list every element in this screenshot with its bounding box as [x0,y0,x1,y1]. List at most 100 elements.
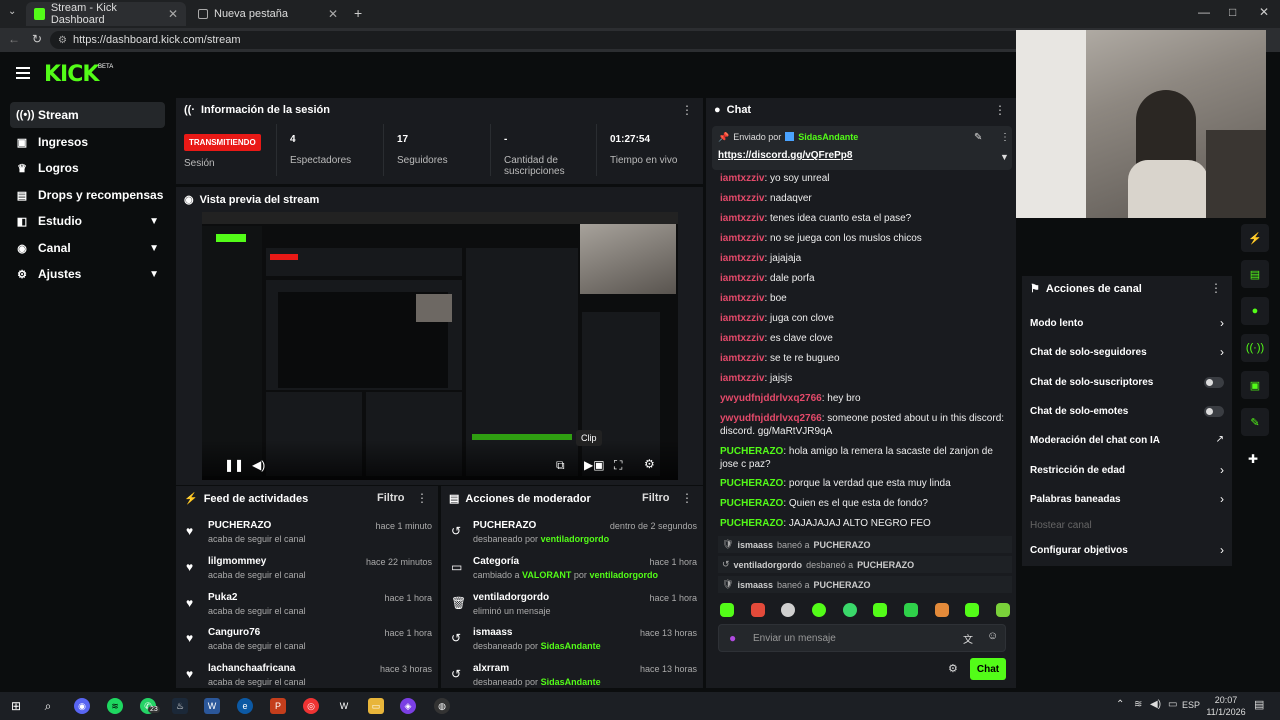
pinned-user[interactable]: SidasAndante [798,132,858,143]
mod-target[interactable]: ismaass [473,627,512,638]
chat-username[interactable]: iamtxzziv [720,353,764,364]
quick-action-notes-icon[interactable]: ▤ [1241,260,1269,288]
pinned-link[interactable]: https://discord.gg/vQFrePp8 [718,150,852,161]
chat-username[interactable]: iamtxzziv [720,313,764,324]
more-options-icon[interactable]: ⋮ [681,103,693,117]
pip-icon[interactable]: ⧉ [556,458,565,473]
chat-username[interactable]: ywyudfnjddrlvxq2766 [720,413,822,424]
tab-new-tab[interactable]: Nueva pestaña ✕ [190,2,346,26]
more-options-icon[interactable]: ⋮ [994,103,1006,117]
more-options-icon[interactable]: ⋮ [681,491,693,505]
pinned-more-icon[interactable]: ⋮ [1000,132,1010,143]
mic-icon[interactable]: ● [729,631,736,645]
tab-list-icon[interactable]: ⌄ [8,6,16,17]
chat-input[interactable]: ● Enviar un mensaje 文 ☺ [718,624,1006,652]
windows-start-icon[interactable]: ⊞ [8,698,24,714]
search-icon[interactable]: ⌕ [40,698,56,714]
sidebar-item-logros[interactable]: ♛ Logros [10,155,165,181]
sidebar-item-estudio[interactable]: ◧ Estudio ▼ [10,208,165,234]
emote-icon[interactable] [720,603,734,617]
settings-icon[interactable]: ⚙ [644,457,655,471]
chat-username[interactable]: iamtxzziv [720,253,764,264]
chat-username[interactable]: iamtxzziv [720,373,764,384]
chevron-right-icon[interactable]: › [1220,463,1224,477]
discord-icon[interactable]: ◉ [74,698,90,714]
volume-icon[interactable]: ◀) [1150,699,1161,710]
word-icon[interactable]: W [204,698,220,714]
chat-username[interactable]: PUCHERAZO [720,518,783,529]
chevron-right-icon[interactable]: › [1220,345,1224,359]
minimize-icon[interactable]: — [1198,5,1210,19]
sys-target[interactable]: PUCHERAZO [814,540,871,550]
fullscreen-icon[interactable]: ⛶ [614,458,622,473]
quick-action-tools-icon[interactable]: ✎ [1241,408,1269,436]
chat-username[interactable]: PUCHERAZO [720,498,783,509]
follower-name[interactable]: lachanchaafricana [208,663,295,674]
chevron-right-icon[interactable]: › [1220,543,1224,557]
epic-icon[interactable]: W [336,698,352,714]
sidebar-item-ingresos[interactable]: ▣ Ingresos [10,129,165,155]
chat-username[interactable]: iamtxzziv [720,213,764,224]
edge-icon[interactable]: e [237,698,253,714]
translate-icon[interactable]: 文 [963,631,973,646]
chrome-icon[interactable]: ◎ [303,698,319,714]
battery-icon[interactable]: ▭ [1168,699,1177,710]
quick-action-bolt-icon[interactable]: ⚡ [1241,224,1269,252]
sidebar-item-drops[interactable]: ▤ Drops y recompensas [10,182,165,208]
action-age-restriction[interactable]: Restricción de edad [1030,465,1220,476]
url-field[interactable]: ⚙ https://dashboard.kick.com/stream [50,31,1030,49]
emoji-icon[interactable]: ☺ [987,630,998,642]
tab-kick-dashboard[interactable]: Stream - Kick Dashboard ✕ [26,2,186,26]
close-tab-icon[interactable]: ✕ [328,7,338,21]
quick-action-add-icon[interactable]: ✚ [1248,452,1258,466]
volume-icon[interactable]: ◀) [252,458,265,472]
clip-icon[interactable]: ▶▣ [584,458,605,472]
emotes-only-toggle[interactable] [1204,406,1224,417]
quick-action-chat-icon[interactable]: ● [1241,297,1269,325]
chat-username[interactable]: PUCHERAZO [720,478,783,489]
clock-time[interactable]: 20:07 [1212,695,1240,705]
wifi-icon[interactable]: ≋ [1134,699,1142,710]
chat-username[interactable]: ywyudfnjddrlvxq2766 [720,393,822,404]
language-indicator[interactable]: ESP [1182,700,1200,710]
emote-icon[interactable] [781,603,796,617]
action-modo-lento[interactable]: Modo lento [1030,318,1220,329]
mod-target[interactable]: PUCHERAZO [473,520,536,531]
mod-actor[interactable]: ventiladorgordo [589,570,658,580]
emote-icon[interactable] [842,603,857,617]
follower-name[interactable]: lilgmommey [208,556,266,567]
category-name[interactable]: VALORANT [522,570,571,580]
chat-username[interactable]: iamtxzziv [720,293,764,304]
chat-username[interactable]: iamtxzziv [720,273,764,284]
action-banned-words[interactable]: Palabras baneadas [1030,494,1220,505]
chevron-right-icon[interactable]: › [1220,492,1224,506]
back-icon[interactable]: ← [8,32,20,46]
pause-icon[interactable]: ❚❚ [224,458,244,472]
spotify-icon[interactable]: ≋ [107,698,123,714]
stream-preview-video[interactable]: ❚❚ ◀) ⧉ ▶▣ ⛶ ⚙ Clip [202,212,678,480]
close-tab-icon[interactable]: ✕ [168,7,178,21]
subs-only-toggle[interactable] [1204,377,1224,388]
follower-name[interactable]: Puka2 [208,592,237,603]
chat-username[interactable]: PUCHERAZO [720,446,783,457]
powerpoint-icon[interactable]: P [270,698,286,714]
filter-button[interactable]: Filtro [377,492,405,504]
emote-icon[interactable] [873,603,888,617]
reload-icon[interactable]: ↻ [32,32,42,46]
emote-icon[interactable] [965,603,980,617]
site-info-icon[interactable]: ⚙ [58,35,67,46]
mod-actor[interactable]: SidasAndante [541,677,601,687]
chat-settings-icon[interactable]: ⚙ [948,662,958,675]
sidebar-item-stream[interactable]: ((•)) Stream [10,102,165,128]
new-tab-icon[interactable]: + [354,5,362,21]
chat-username[interactable]: iamtxzziv [720,333,764,344]
emote-icon[interactable] [995,603,1010,617]
chat-username[interactable]: iamtxzziv [720,193,764,204]
obs-icon[interactable]: ◍ [434,698,450,714]
follower-name[interactable]: PUCHERAZO [208,520,271,531]
chat-username[interactable]: iamtxzziv [720,173,764,184]
quick-action-media-icon[interactable]: ▣ [1241,371,1269,399]
tray-chevron-icon[interactable]: ⌃ [1116,699,1124,710]
clock-date[interactable]: 11/1/2026 [1204,707,1248,717]
follower-name[interactable]: Canguro76 [208,627,260,638]
